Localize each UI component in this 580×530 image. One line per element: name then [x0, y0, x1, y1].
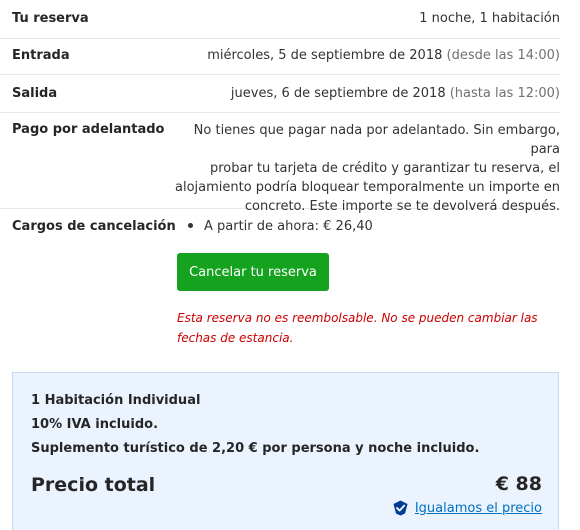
- price-match-link[interactable]: Igualamos el precio: [392, 500, 542, 516]
- price-summary: 1 Habitación Individual 10% IVA incluido…: [12, 372, 559, 530]
- prepayment-text: No tienes que pagar nada por adelantado.…: [170, 121, 560, 216]
- prepayment-line: No tienes que pagar nada por adelantado.…: [193, 123, 560, 157]
- non-refundable-warning: Esta reserva no es reembolsable. No se p…: [177, 308, 547, 348]
- checkin-label: Entrada: [12, 48, 70, 63]
- cancellation-charge-text: A partir de ahora: € 26,40: [204, 219, 373, 234]
- warning-line: fechas de estancia.: [177, 331, 294, 345]
- checkout-label: Salida: [12, 86, 58, 101]
- checkout-time: (hasta las 12:00): [449, 86, 560, 101]
- cancellation-label: Cargos de cancelación: [12, 219, 176, 234]
- room-type: 1 Habitación Individual: [31, 393, 201, 408]
- total-price-value: € 88: [495, 473, 542, 495]
- prepayment-row: Pago por adelantado No tienes que pagar …: [0, 112, 560, 214]
- total-price-label: Precio total: [31, 474, 156, 496]
- reservation-label: Tu reserva: [12, 11, 89, 26]
- prepayment-line: concreto. Este importe se te devolverá d…: [244, 199, 560, 214]
- checkin-row: Entrada miércoles, 5 de septiembre de 20…: [0, 38, 560, 75]
- tourist-tax-note: Suplemento turístico de 2,20 € por perso…: [31, 441, 480, 456]
- checkout-value: jueves, 6 de septiembre de 2018 (hasta l…: [231, 86, 560, 101]
- cancellation-charge-item: A partir de ahora: € 26,40: [188, 219, 373, 234]
- checkin-date: miércoles, 5 de septiembre de 2018: [207, 48, 443, 63]
- checkout-row: Salida jueves, 6 de septiembre de 2018 (…: [0, 74, 560, 113]
- cancel-reservation-button[interactable]: Cancelar tu reserva: [177, 253, 329, 291]
- reservation-value: 1 noche, 1 habitación: [419, 11, 560, 26]
- reservation-row: Tu reserva 1 noche, 1 habitación: [0, 0, 560, 39]
- vat-note: 10% IVA incluido.: [31, 417, 159, 432]
- price-match-shield-icon: [393, 500, 408, 516]
- checkin-time: (desde las 14:00): [446, 48, 561, 63]
- prepayment-line: alojamiento podría bloquear temporalment…: [175, 180, 560, 195]
- prepayment-line: probar tu tarjeta de crédito y garantiza…: [209, 161, 560, 176]
- price-match-label: Igualamos el precio: [414, 500, 542, 516]
- bullet-icon: [188, 223, 193, 228]
- warning-line: Esta reserva no es reembolsable. No se p…: [177, 311, 538, 325]
- checkout-date: jueves, 6 de septiembre de 2018: [230, 86, 446, 101]
- checkin-value: miércoles, 5 de septiembre de 2018 (desd…: [207, 48, 560, 63]
- prepayment-label: Pago por adelantado: [12, 122, 165, 137]
